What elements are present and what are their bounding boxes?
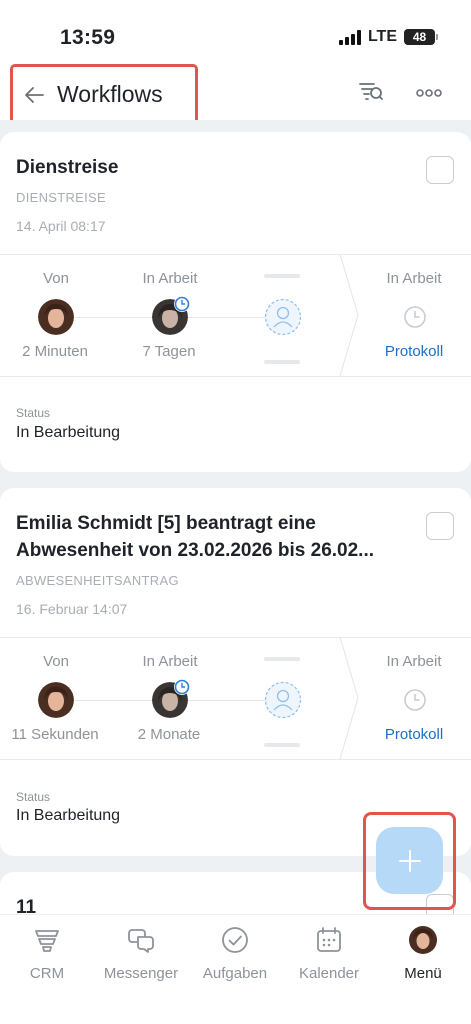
plus-icon bbox=[398, 849, 421, 872]
status-icons: LTE 48 bbox=[338, 28, 438, 46]
status-bar: 13:59 LTE 48 bbox=[0, 0, 471, 62]
user-placeholder-icon bbox=[264, 298, 302, 336]
from-label: Von bbox=[43, 270, 69, 287]
workflow-progress: Von In Arbeit In Arbeit bbox=[0, 637, 471, 759]
top-bar: Workflows bbox=[0, 62, 471, 125]
chevron-divider bbox=[339, 254, 359, 376]
tab-label: Aufgaben bbox=[202, 965, 268, 982]
card-title-line: Emilia Schmidt [5] beantragt eine bbox=[16, 513, 316, 534]
crm-icon bbox=[35, 930, 59, 952]
tab-menu[interactable]: Menü bbox=[376, 925, 470, 982]
clock-icon bbox=[404, 689, 426, 711]
status-label: Status bbox=[16, 406, 51, 420]
workflow-progress: Von In Arbeit In Arbeit bbox=[0, 254, 471, 376]
user-placeholder-icon bbox=[264, 681, 302, 719]
clock-icon bbox=[174, 679, 190, 695]
in-progress-label: In Arbeit bbox=[386, 270, 442, 287]
placeholder-dash bbox=[264, 274, 300, 278]
battery-icon: 48 bbox=[404, 29, 438, 45]
elapsed-time: 7 Tagen bbox=[142, 343, 196, 360]
chat-icon bbox=[128, 929, 154, 953]
elapsed-time: 2 Monate bbox=[137, 726, 201, 743]
workflow-card[interactable]: Dienstreise DIENSTREISE 14. April 08:17 … bbox=[0, 132, 471, 472]
status-label: Status bbox=[16, 790, 51, 804]
tab-label: CRM bbox=[29, 965, 65, 982]
workflow-card[interactable]: Emilia Schmidt [5] beantragt eine Abwese… bbox=[0, 488, 471, 856]
in-progress-label: In Arbeit bbox=[142, 270, 198, 287]
avatar[interactable] bbox=[38, 299, 74, 335]
card-date: 16. Februar 14:07 bbox=[16, 601, 128, 617]
add-button[interactable] bbox=[376, 827, 443, 894]
card-title-line: Abwesenheit von 23.02.2026 bis 26.02... bbox=[16, 540, 375, 561]
status-value: In Bearbeitung bbox=[16, 424, 121, 441]
title-highlight: Workflows bbox=[10, 64, 198, 125]
placeholder-dash bbox=[264, 360, 300, 364]
card-type: DIENSTREISE bbox=[16, 190, 106, 205]
calendar-icon bbox=[317, 927, 341, 952]
chevron-divider bbox=[339, 637, 359, 759]
placeholder-dash bbox=[264, 743, 300, 747]
bottom-tab-bar: CRM Messenger Aufgaben Kalender Menü bbox=[0, 914, 471, 1024]
tab-label: Menü bbox=[404, 965, 442, 982]
card-type: ABWESENHEITSANTRAG bbox=[16, 573, 179, 588]
signal-icon bbox=[338, 29, 361, 45]
tab-messenger[interactable]: Messenger bbox=[94, 925, 188, 982]
clock-icon bbox=[404, 306, 426, 328]
card-date: 14. April 08:17 bbox=[16, 218, 106, 234]
network-label: LTE bbox=[367, 28, 397, 45]
tab-crm[interactable]: CRM bbox=[0, 925, 94, 982]
page-title: Workflows bbox=[57, 81, 163, 107]
more-icon[interactable] bbox=[416, 88, 442, 98]
protocol-link[interactable]: Protokoll bbox=[369, 343, 459, 360]
select-checkbox[interactable] bbox=[426, 156, 454, 184]
tab-label: Kalender bbox=[298, 965, 360, 982]
back-arrow-icon[interactable] bbox=[23, 84, 45, 106]
placeholder-dash bbox=[264, 657, 300, 661]
tab-label: Messenger bbox=[103, 965, 179, 982]
divider bbox=[0, 759, 471, 760]
from-label: Von bbox=[43, 653, 69, 670]
select-checkbox[interactable] bbox=[426, 512, 454, 540]
filter-search-icon[interactable] bbox=[358, 80, 384, 104]
clock-icon bbox=[174, 296, 190, 312]
elapsed-time: 11 Sekunden bbox=[11, 726, 99, 743]
status-value: In Bearbeitung bbox=[16, 807, 121, 824]
add-button-highlight bbox=[363, 812, 456, 910]
avatar[interactable] bbox=[38, 682, 74, 718]
avatar bbox=[409, 926, 437, 954]
status-time: 13:59 bbox=[60, 26, 116, 49]
workflow-list: Dienstreise DIENSTREISE 14. April 08:17 … bbox=[0, 120, 471, 914]
card-title: 11 bbox=[16, 897, 37, 914]
elapsed-time: 2 Minuten bbox=[22, 343, 88, 360]
in-progress-label: In Arbeit bbox=[142, 653, 198, 670]
tab-tasks[interactable]: Aufgaben bbox=[188, 925, 282, 982]
tab-calendar[interactable]: Kalender bbox=[282, 925, 376, 982]
card-title: Dienstreise bbox=[16, 157, 119, 178]
in-progress-label: In Arbeit bbox=[386, 653, 442, 670]
divider bbox=[0, 376, 471, 377]
check-circle-icon bbox=[222, 927, 248, 953]
protocol-link[interactable]: Protokoll bbox=[369, 726, 459, 743]
